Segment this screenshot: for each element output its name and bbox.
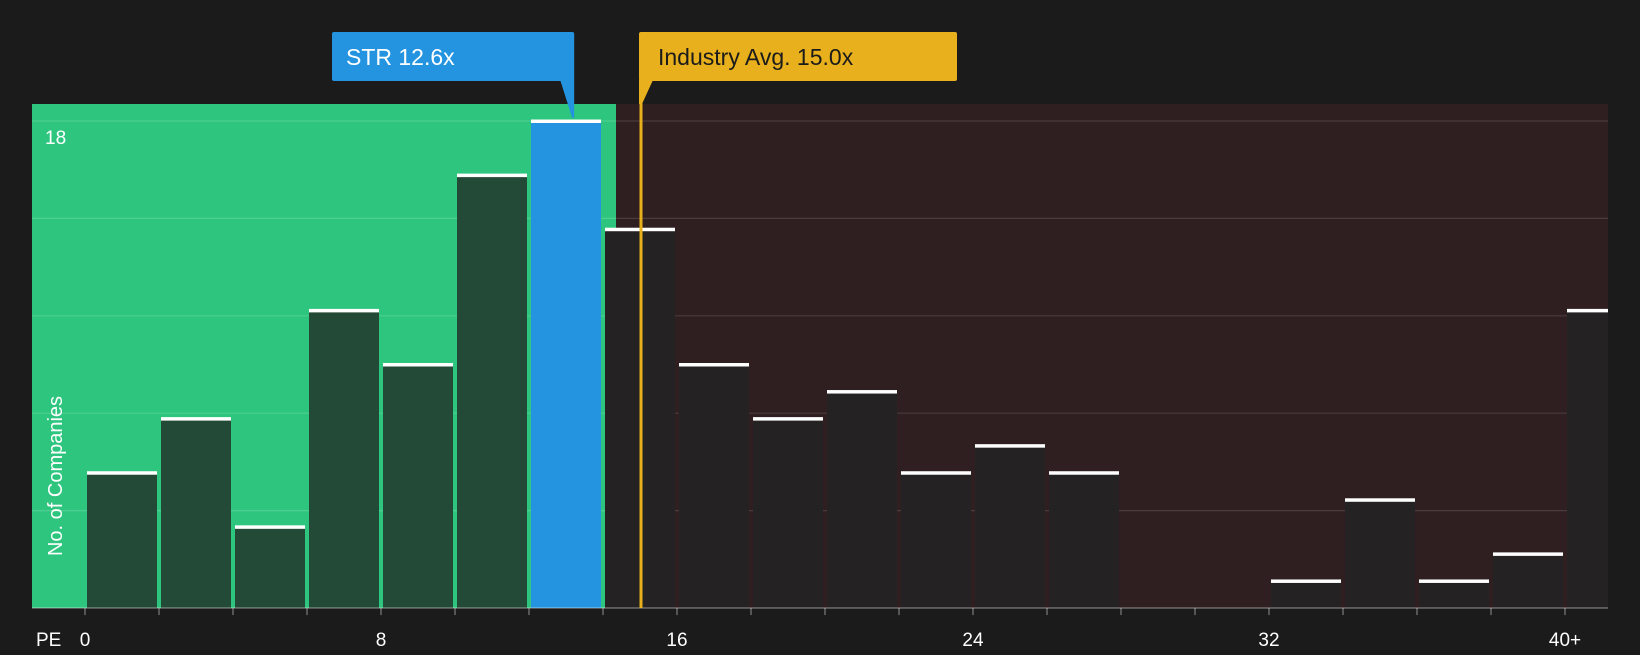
bar [457,175,527,608]
bar-company [531,121,601,608]
bar [1493,553,1563,608]
bar [679,364,749,608]
x-ticks: 0 8 16 24 32 40+ [80,608,1581,651]
bar-cap [1419,579,1489,583]
y-axis-label: No. of Companies [45,396,67,556]
bar-cap [975,444,1045,448]
bar [901,472,971,608]
bar [1271,580,1341,608]
bar [827,391,897,608]
bar [383,364,453,608]
x-tick-label: 0 [80,630,91,650]
bar-cap [827,390,897,394]
bar-cap [1049,471,1119,475]
pe-distribution-chart: 0 8 16 24 32 40+ STR 12.6x Industry Avg. 15.0… [0,0,1640,651]
bar [1567,310,1608,608]
bar-cap [235,525,305,529]
bar-cap [679,363,749,367]
x-axis-label: PE [36,630,61,650]
bar [975,445,1045,608]
bar [161,418,231,608]
industry-callout-pointer [639,80,653,104]
x-tick-label: 16 [666,630,687,650]
bar [753,418,823,608]
bar-cap [753,417,823,421]
bar [235,526,305,608]
bar-cap [901,471,971,475]
company-callout-label: STR 12.6x [346,44,455,70]
bar-cap [383,363,453,367]
bar [87,472,157,608]
bar-cap [1567,308,1608,313]
y-tick-label: 18 [45,128,66,149]
bar-cap [1271,579,1341,583]
chart-svg: 0 8 16 24 32 40+ STR 12.6x Industry Avg. 15.0… [32,32,1608,651]
bar [309,310,379,608]
x-tick-label: 40+ [1549,630,1581,650]
bar [1049,472,1119,608]
bar-cap [531,119,601,123]
bar [1419,580,1489,608]
x-tick-label: 8 [376,630,387,650]
bar-cap [457,173,527,178]
bar-cap [309,308,379,313]
bar-cap [87,471,157,475]
bar [1345,499,1415,608]
x-tick-label: 24 [962,630,984,650]
bar-cap [1493,552,1563,556]
x-tick-label: 32 [1258,630,1279,650]
bar-cap [161,417,231,421]
industry-avg-callout-label: Industry Avg. 15.0x [658,44,854,70]
bar-cap [1345,498,1415,502]
